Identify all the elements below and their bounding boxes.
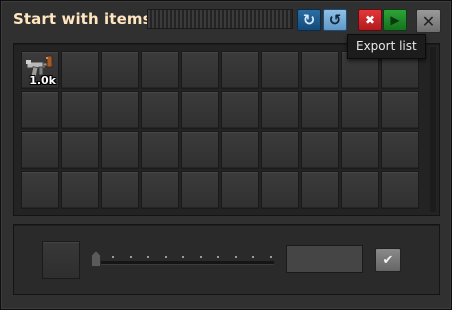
check-icon: ✔ bbox=[382, 252, 394, 268]
item-slot[interactable] bbox=[21, 171, 59, 209]
item-slot[interactable] bbox=[141, 91, 179, 129]
title-bar: Start with items ↻ ↺ ✖ ▶ ✕ bbox=[1, 1, 451, 37]
item-slot[interactable] bbox=[101, 131, 139, 169]
window-title: Start with items bbox=[13, 10, 152, 28]
item-slot[interactable] bbox=[301, 51, 339, 89]
import-string-icon: ↻ bbox=[302, 11, 316, 29]
item-slot[interactable] bbox=[61, 171, 99, 209]
item-slot[interactable] bbox=[221, 131, 259, 169]
amount-input[interactable] bbox=[286, 245, 363, 273]
slider-track bbox=[92, 261, 274, 265]
start-with-items-window: Start with items ↻ ↺ ✖ ▶ ✕ Export list 1… bbox=[0, 0, 452, 310]
slider-tick bbox=[182, 256, 184, 258]
item-slot[interactable] bbox=[261, 131, 299, 169]
item-slot[interactable] bbox=[141, 51, 179, 89]
delete-button[interactable]: ✖ bbox=[358, 9, 382, 31]
drag-handle[interactable] bbox=[147, 9, 293, 29]
close-button[interactable]: ✕ bbox=[416, 9, 441, 33]
item-slot[interactable] bbox=[261, 171, 299, 209]
item-slot[interactable] bbox=[101, 171, 139, 209]
item-slot[interactable] bbox=[181, 51, 219, 89]
slider-tick bbox=[147, 256, 149, 258]
item-grid-panel: 1.0k bbox=[13, 43, 440, 216]
item-slot[interactable] bbox=[301, 91, 339, 129]
slider-tick bbox=[199, 256, 202, 258]
item-slot[interactable] bbox=[261, 91, 299, 129]
item-slot[interactable] bbox=[301, 171, 339, 209]
apply-button[interactable]: ✔ bbox=[375, 248, 401, 272]
item-slot[interactable] bbox=[181, 171, 219, 209]
item-slot[interactable] bbox=[61, 51, 99, 89]
close-icon: ✕ bbox=[421, 11, 436, 31]
item-slot[interactable] bbox=[261, 51, 299, 89]
item-slot[interactable] bbox=[221, 91, 259, 129]
item-count: 1.0k bbox=[29, 74, 56, 87]
slider-tick bbox=[164, 256, 167, 258]
export-string-icon: ↺ bbox=[328, 11, 342, 29]
item-slot[interactable] bbox=[101, 91, 139, 129]
amount-slider[interactable] bbox=[90, 247, 276, 271]
selected-item-slot[interactable] bbox=[42, 241, 80, 279]
item-slot[interactable] bbox=[221, 51, 259, 89]
item-slot[interactable] bbox=[381, 91, 419, 129]
slider-tick bbox=[234, 256, 237, 258]
slider-thumb[interactable] bbox=[91, 251, 101, 267]
item-slot[interactable] bbox=[181, 131, 219, 169]
grid-scrollbar[interactable] bbox=[430, 47, 436, 212]
item-editor-panel: ✔ bbox=[13, 224, 440, 295]
item-slot[interactable] bbox=[101, 51, 139, 89]
item-slot[interactable] bbox=[141, 171, 179, 209]
item-slot[interactable] bbox=[381, 131, 419, 169]
item-slot[interactable] bbox=[341, 171, 379, 209]
item-slot[interactable] bbox=[21, 91, 59, 129]
item-slot[interactable] bbox=[301, 131, 339, 169]
export-button[interactable]: ↺ bbox=[323, 9, 347, 31]
item-slot[interactable]: 1.0k bbox=[21, 51, 59, 89]
slider-tick bbox=[269, 256, 272, 258]
import-button[interactable]: ↻ bbox=[297, 9, 321, 31]
slider-tick bbox=[217, 256, 219, 258]
slider-tick bbox=[112, 256, 114, 258]
item-slot-grid: 1.0k bbox=[21, 51, 427, 209]
delete-icon: ✖ bbox=[364, 13, 376, 27]
item-slot[interactable] bbox=[381, 171, 419, 209]
item-slot[interactable] bbox=[61, 91, 99, 129]
confirm-button[interactable]: ▶ bbox=[383, 9, 407, 31]
item-slot[interactable] bbox=[341, 91, 379, 129]
play-confirm-icon: ▶ bbox=[390, 13, 400, 27]
item-slot[interactable] bbox=[61, 131, 99, 169]
item-slot[interactable] bbox=[221, 171, 259, 209]
item-slot[interactable] bbox=[141, 131, 179, 169]
slider-tick bbox=[252, 256, 254, 258]
item-slot[interactable] bbox=[21, 131, 59, 169]
item-slot[interactable] bbox=[181, 91, 219, 129]
item-slot[interactable] bbox=[341, 131, 379, 169]
slider-tick bbox=[129, 256, 132, 258]
export-tooltip: Export list bbox=[347, 34, 426, 59]
